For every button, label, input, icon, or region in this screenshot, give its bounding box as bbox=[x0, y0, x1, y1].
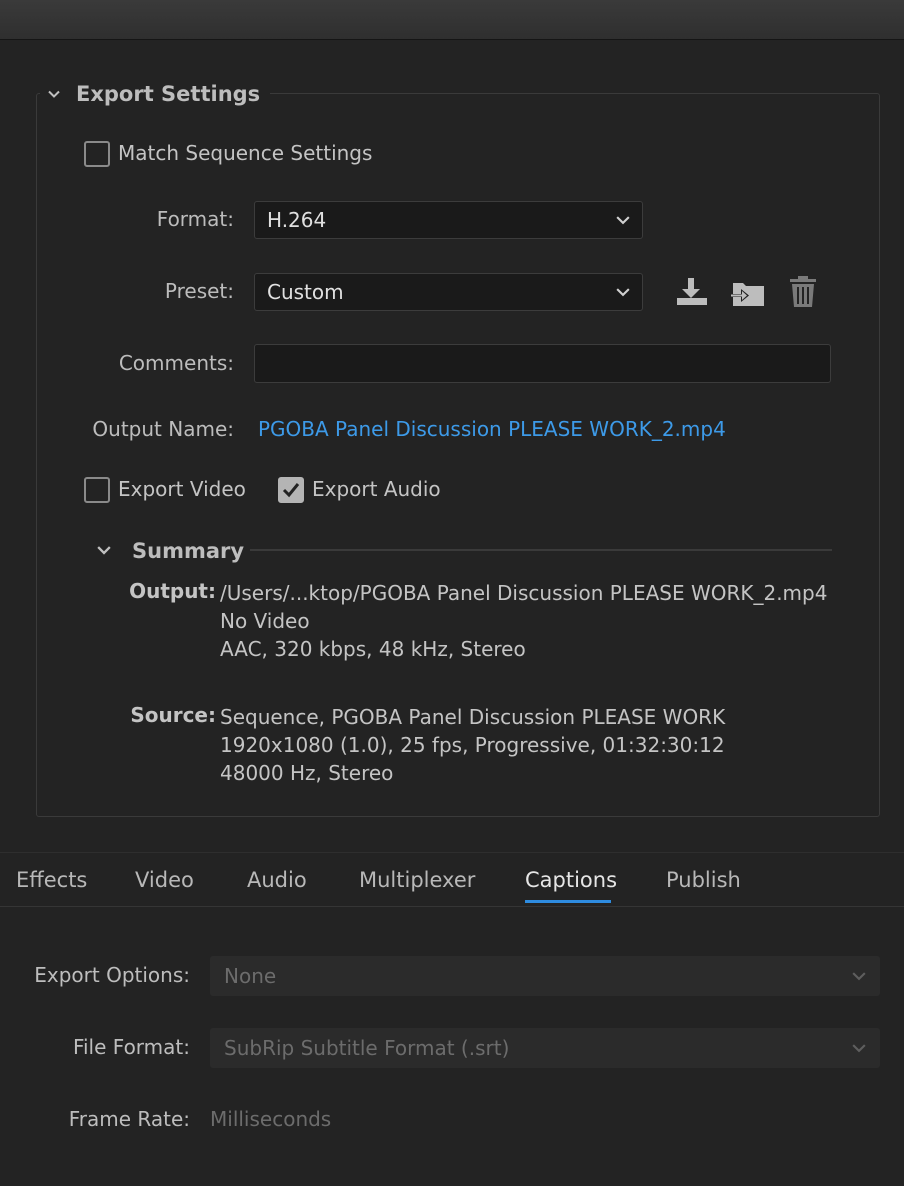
format-label: Format: bbox=[156, 207, 234, 231]
export-options-label: Export Options: bbox=[34, 963, 190, 987]
export-settings-header[interactable]: Export Settings bbox=[40, 78, 271, 110]
summary-output-line: No Video bbox=[220, 609, 310, 633]
preset-label: Preset: bbox=[164, 279, 234, 303]
chevron-down-icon bbox=[852, 972, 866, 981]
export-options-dropdown[interactable]: None bbox=[210, 956, 880, 996]
export-audio-checkbox[interactable] bbox=[278, 477, 304, 503]
delete-preset-icon[interactable] bbox=[787, 275, 819, 309]
summary-output-text: /Users/...ktop/PGOBA Panel Discussion PL… bbox=[220, 579, 827, 663]
summary-source-text: Sequence, PGOBA Panel Discussion PLEASE … bbox=[220, 703, 725, 787]
summary-source-label: Source: bbox=[130, 703, 216, 727]
tab-video[interactable]: Video bbox=[135, 868, 194, 892]
match-sequence-checkbox[interactable] bbox=[84, 141, 110, 167]
checkmark-icon bbox=[282, 483, 300, 498]
comments-input[interactable] bbox=[254, 344, 831, 383]
tab-audio[interactable]: Audio bbox=[247, 868, 307, 892]
tab-publish[interactable]: Publish bbox=[666, 868, 741, 892]
frame-rate-value: Milliseconds bbox=[210, 1107, 332, 1131]
chevron-down-icon[interactable] bbox=[96, 543, 112, 557]
summary-output-label: Output: bbox=[129, 579, 216, 603]
summary-source-line: 1920x1080 (1.0), 25 fps, Progressive, 01… bbox=[220, 733, 725, 757]
summary-source-line: 48000 Hz, Stereo bbox=[220, 761, 394, 785]
export-video-checkbox[interactable] bbox=[84, 477, 110, 503]
match-sequence-label: Match Sequence Settings bbox=[118, 141, 373, 165]
chevron-down-icon bbox=[616, 288, 630, 297]
preset-value: Custom bbox=[267, 280, 344, 304]
file-format-value: SubRip Subtitle Format (.srt) bbox=[224, 1036, 510, 1060]
active-tab-indicator bbox=[525, 900, 611, 903]
chevron-down-icon bbox=[616, 216, 630, 225]
comments-label: Comments: bbox=[118, 351, 234, 375]
summary-output-line: /Users/...ktop/PGOBA Panel Discussion PL… bbox=[220, 581, 828, 605]
tab-effects[interactable]: Effects bbox=[16, 868, 87, 892]
file-format-label: File Format: bbox=[72, 1035, 190, 1059]
format-value: H.264 bbox=[267, 208, 327, 232]
tab-multiplexer[interactable]: Multiplexer bbox=[359, 868, 475, 892]
chevron-down-icon[interactable] bbox=[48, 88, 60, 100]
tabs-top-divider bbox=[0, 852, 904, 853]
tab-captions[interactable]: Captions bbox=[525, 868, 617, 892]
summary-output-line: AAC, 320 kbps, 48 kHz, Stereo bbox=[220, 637, 526, 661]
export-settings-title: Export Settings bbox=[76, 82, 261, 106]
export-options-value: None bbox=[224, 964, 277, 988]
output-name-label: Output Name: bbox=[92, 417, 234, 441]
frame-rate-label: Frame Rate: bbox=[68, 1107, 190, 1131]
summary-title: Summary bbox=[132, 539, 245, 563]
save-preset-icon[interactable] bbox=[674, 276, 710, 308]
summary-source-line: Sequence, PGOBA Panel Discussion PLEASE … bbox=[220, 705, 726, 729]
tabs-divider bbox=[0, 906, 904, 907]
summary-divider bbox=[250, 549, 832, 551]
preset-dropdown[interactable]: Custom bbox=[254, 273, 643, 311]
window-titlebar bbox=[0, 0, 904, 40]
format-dropdown[interactable]: H.264 bbox=[254, 201, 643, 239]
output-name-link[interactable]: PGOBA Panel Discussion PLEASE WORK_2.mp4 bbox=[258, 417, 726, 441]
export-audio-label: Export Audio bbox=[312, 477, 441, 501]
file-format-dropdown[interactable]: SubRip Subtitle Format (.srt) bbox=[210, 1028, 880, 1068]
import-preset-icon[interactable] bbox=[731, 277, 767, 309]
export-video-label: Export Video bbox=[118, 477, 246, 501]
chevron-down-icon bbox=[852, 1044, 866, 1053]
